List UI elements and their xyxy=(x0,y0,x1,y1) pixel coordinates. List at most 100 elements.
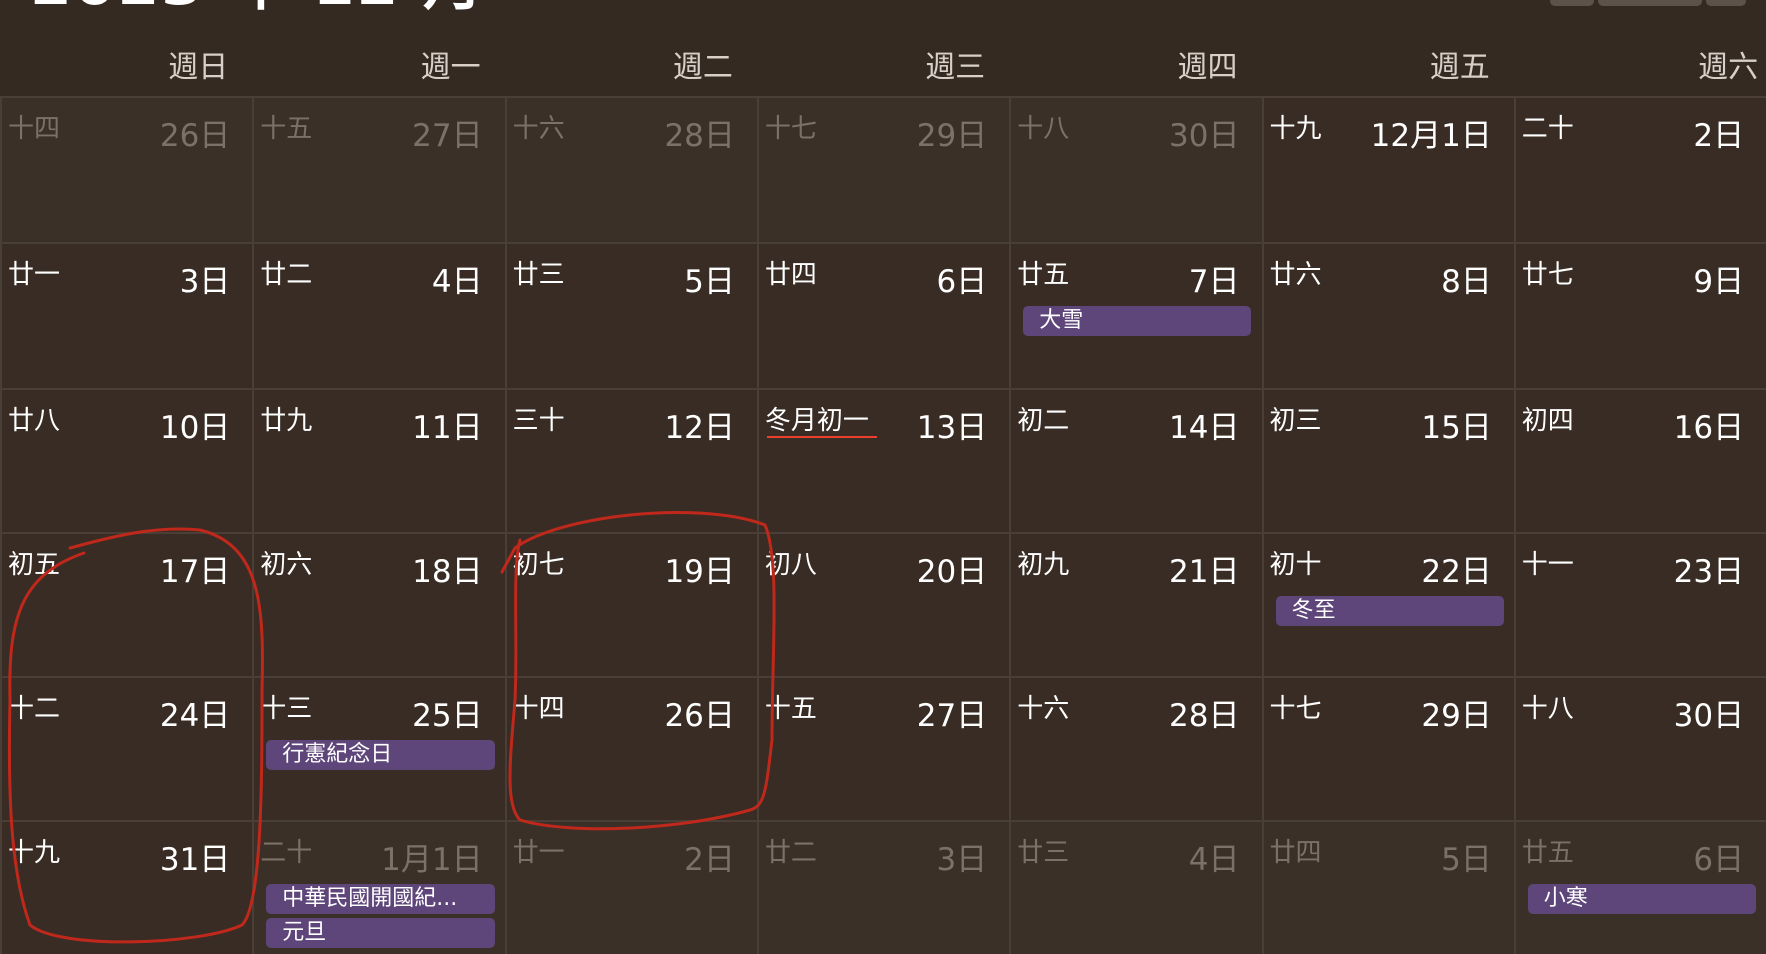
gregorian-date: 29日 xyxy=(1421,698,1492,734)
day-cell[interactable]: 十八 30日 xyxy=(1513,676,1766,822)
lunar-date: 廿三 xyxy=(1017,838,1070,868)
day-cell[interactable]: 廿九 11日 xyxy=(252,388,507,534)
gregorian-date: 29日 xyxy=(916,118,988,154)
lunar-date: 廿六 xyxy=(1269,260,1322,290)
day-cell[interactable]: 十五 27日 xyxy=(252,96,507,244)
today-button[interactable] xyxy=(1598,0,1702,6)
gregorian-date: 13日 xyxy=(916,410,988,446)
day-cell[interactable]: 廿四 6日 xyxy=(756,242,1012,390)
lunar-date: 廿八 xyxy=(8,406,61,436)
lunar-date: 初十 xyxy=(1269,550,1322,580)
lunar-date: 三十 xyxy=(512,406,565,436)
weekday-label: 週五 xyxy=(1429,50,1490,85)
day-cell[interactable]: 二十 2日 xyxy=(1513,96,1766,244)
day-cell[interactable]: 二十 1月1日 中華民國開國紀... 元旦 xyxy=(252,820,507,954)
lunar-date: 十九 xyxy=(8,838,61,868)
day-cell[interactable]: 廿五 7日 大雪 xyxy=(1009,242,1264,390)
day-cell[interactable]: 廿三 4日 xyxy=(1009,820,1264,954)
gregorian-date: 9日 xyxy=(1693,264,1745,300)
lunar-date: 十一 xyxy=(1521,550,1574,580)
event-chip[interactable]: 行憲紀念日 xyxy=(266,740,495,770)
lunar-date: 十七 xyxy=(1269,694,1322,724)
day-cell[interactable]: 三十 12日 xyxy=(504,388,759,534)
lunar-date: 廿九 xyxy=(260,406,313,436)
next-month-button[interactable] xyxy=(1706,0,1746,6)
gregorian-date: 19日 xyxy=(664,554,735,590)
previous-month-button[interactable] xyxy=(1550,0,1594,6)
day-cell[interactable]: 十五 27日 xyxy=(756,676,1012,822)
day-cell[interactable]: 初六 18日 xyxy=(252,532,507,678)
day-cell[interactable]: 廿二 4日 xyxy=(252,242,507,390)
day-cell[interactable]: 十六 28日 xyxy=(1009,676,1264,822)
lunar-date: 十三 xyxy=(260,694,313,724)
day-cell[interactable]: 十一 23日 xyxy=(1513,532,1766,678)
lunar-date: 十六 xyxy=(512,114,565,144)
day-cell[interactable]: 十三 25日行憲紀念日 xyxy=(252,676,507,822)
lunar-date: 冬月初一 xyxy=(764,406,869,436)
gregorian-date: 27日 xyxy=(412,118,483,154)
day-cell[interactable]: 初三 15日 xyxy=(1261,388,1516,534)
day-cell[interactable]: 廿七 9日 xyxy=(1513,242,1766,390)
gregorian-date: 14日 xyxy=(1169,410,1240,446)
day-cell[interactable]: 廿一 2日 xyxy=(504,820,759,954)
day-cell[interactable]: 初五 17日 xyxy=(0,532,255,678)
gregorian-date: 4日 xyxy=(431,264,483,300)
day-cell[interactable]: 廿三 5日 xyxy=(504,242,759,390)
month-grid: 十四 26日 十五 27日 十六 28日 十七 29日 十八 30日 十九 12月1日 二十 2日 廿一 3日… xyxy=(0,96,1766,954)
day-cell[interactable]: 十七 29日 xyxy=(756,96,1012,244)
day-cell[interactable]: 十八 30日 xyxy=(1009,96,1264,244)
gregorian-date: 30日 xyxy=(1169,118,1240,154)
gregorian-date: 8日 xyxy=(1441,264,1492,300)
day-cell[interactable]: 初八 20日 xyxy=(756,532,1012,678)
day-cell[interactable]: 廿五 6日 小寒 xyxy=(1513,820,1766,954)
day-cell[interactable]: 十九 12月1日 xyxy=(1261,96,1516,244)
day-cell[interactable]: 廿一 3日 xyxy=(0,242,255,390)
lunar-date: 十八 xyxy=(1017,114,1070,144)
weekday-label: 週四 xyxy=(1177,50,1238,85)
gregorian-date: 5日 xyxy=(684,264,735,300)
day-cell[interactable]: 廿四 5日 xyxy=(1261,820,1516,954)
day-cell[interactable]: 十六 28日 xyxy=(504,96,759,244)
lunar-date: 廿三 xyxy=(512,260,565,290)
lunar-date: 廿七 xyxy=(1521,260,1574,290)
day-cell[interactable]: 初七 19日 xyxy=(504,532,759,678)
gregorian-date: 25日 xyxy=(412,698,483,734)
event-chip[interactable]: 大雪 xyxy=(1023,306,1252,336)
day-cell[interactable]: 初九 21日 xyxy=(1009,532,1264,678)
event-chip[interactable]: 小寒 xyxy=(1527,884,1757,914)
day-cell[interactable]: 初十 22日 冬至 xyxy=(1261,532,1516,678)
day-cell[interactable]: 十四 26日 xyxy=(504,676,759,822)
lunar-date: 十七 xyxy=(764,114,817,144)
lunar-date: 十五 xyxy=(260,114,313,144)
event-chip[interactable]: 元旦 xyxy=(266,918,495,948)
day-cell[interactable]: 廿六 8日 xyxy=(1261,242,1516,390)
day-cell[interactable]: 十九 31日 xyxy=(0,820,255,954)
day-cell[interactable]: 廿八 10日 xyxy=(0,388,255,534)
gregorian-date: 6日 xyxy=(1693,842,1745,878)
lunar-date: 初三 xyxy=(1269,406,1322,436)
lunar-date: 廿二 xyxy=(764,838,817,868)
lunar-date: 二十 xyxy=(260,838,313,868)
month-title: 2023 年 12 月 xyxy=(30,0,485,16)
day-cell[interactable]: 十四 26日 xyxy=(0,96,255,244)
day-cell[interactable]: 十七 29日 xyxy=(1261,676,1516,822)
day-cell[interactable]: 初四 16日 xyxy=(1513,388,1766,534)
event-chip[interactable]: 中華民國開國紀... xyxy=(266,884,495,914)
lunar-date: 廿一 xyxy=(8,260,61,290)
day-cell[interactable]: 十二 24日 xyxy=(0,676,255,822)
lunar-date: 廿一 xyxy=(512,838,565,868)
day-cell[interactable]: 廿二 3日 xyxy=(756,820,1012,954)
day-cell[interactable]: 初二 14日 xyxy=(1009,388,1264,534)
lunar-date: 十九 xyxy=(1269,114,1322,144)
gregorian-date: 27日 xyxy=(916,698,988,734)
gregorian-date: 2日 xyxy=(1693,118,1745,154)
event-chip[interactable]: 冬至 xyxy=(1275,596,1504,626)
lunar-date: 廿二 xyxy=(260,260,313,290)
gregorian-date: 5日 xyxy=(1441,842,1492,878)
lunar-date: 十二 xyxy=(8,694,61,724)
lunar-date: 十八 xyxy=(1521,694,1574,724)
day-cell[interactable]: 冬月初一 13日 xyxy=(756,388,1012,534)
gregorian-date: 23日 xyxy=(1673,554,1745,590)
lunar-date: 初九 xyxy=(1017,550,1070,580)
gregorian-date: 7日 xyxy=(1188,264,1240,300)
